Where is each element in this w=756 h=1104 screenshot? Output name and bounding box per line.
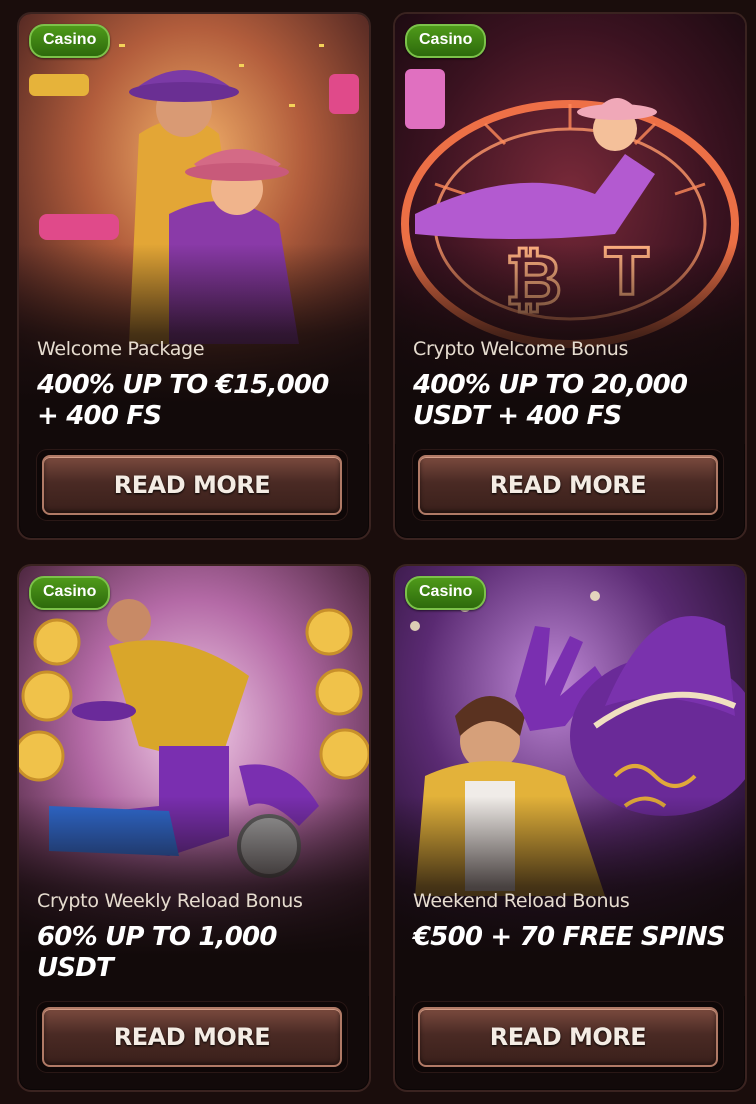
read-more-button[interactable]: READ MORE <box>418 455 718 515</box>
read-more-button-frame: READ MORE <box>413 450 723 520</box>
category-badge: Casino <box>29 576 111 610</box>
promo-subtitle: Crypto Weekly Reload Bonus <box>37 890 303 912</box>
category-badge: Casino <box>29 24 111 58</box>
category-badge: Casino <box>405 24 487 58</box>
promo-card-weekend-reload[interactable]: Casino Weekend Reload Bonus €500 + 70 FR… <box>393 564 747 1092</box>
read-more-button-frame: READ MORE <box>37 450 347 520</box>
category-badge: Casino <box>405 576 487 610</box>
read-more-button-frame: READ MORE <box>37 1002 347 1072</box>
promo-card-crypto-weekly-reload[interactable]: Casino Crypto Weekly Reload Bonus 60% UP… <box>17 564 371 1092</box>
read-more-button-frame: READ MORE <box>413 1002 723 1072</box>
read-more-button[interactable]: READ MORE <box>42 455 342 515</box>
promo-card-crypto-welcome-bonus[interactable]: ₿ T Casino Crypto Welcome Bonus 400% UP … <box>393 12 747 540</box>
promo-card-welcome-package[interactable]: Casino Welcome Package 400% UP TO €15,00… <box>17 12 371 540</box>
read-more-button[interactable]: READ MORE <box>418 1007 718 1067</box>
promo-headline: 400% UP TO €15,000 + 400 FS <box>37 370 329 431</box>
promo-headline: €500 + 70 FREE SPINS <box>413 922 726 952</box>
promo-subtitle: Welcome Package <box>37 338 205 360</box>
read-more-button[interactable]: READ MORE <box>42 1007 342 1067</box>
promo-headline: 60% UP TO 1,000 USDT <box>37 922 277 983</box>
promo-subtitle: Weekend Reload Bonus <box>413 890 630 912</box>
promo-subtitle: Crypto Welcome Bonus <box>413 338 629 360</box>
promo-headline: 400% UP TO 20,000 USDT + 400 FS <box>413 370 688 431</box>
